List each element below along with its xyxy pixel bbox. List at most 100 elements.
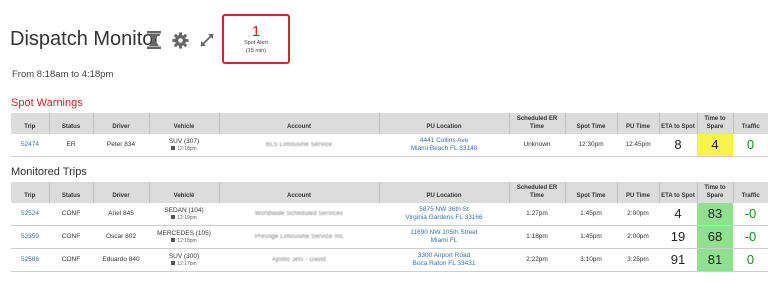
- spot-alert-count: 1: [251, 23, 261, 40]
- traffic-cell: -0: [733, 225, 768, 249]
- col-header: PU Time: [616, 113, 659, 134]
- vehicle-cell: MERCEDES (105) 12:18pm: [149, 225, 219, 249]
- gear-icon[interactable]: [170, 30, 190, 50]
- driver-cell: Peter 834: [93, 134, 149, 157]
- time-range: From 8:18am to 4:18pm: [12, 69, 114, 80]
- vehicle-cell: SUV (300) 12:17pm: [149, 248, 219, 272]
- col-header: Account: [218, 113, 379, 134]
- vehicle-time: 12:17pm: [177, 260, 197, 267]
- page-title: Dispatch Monitor: [10, 28, 161, 50]
- col-header: Status: [48, 182, 93, 203]
- eta-cell: 91: [659, 248, 697, 272]
- vehicle-name: SUV (300): [168, 252, 200, 260]
- table-header-row: Trip Status Driver Vehicle Account PU Lo…: [11, 113, 768, 134]
- trip-link[interactable]: 52359: [11, 225, 49, 249]
- pu-location-link[interactable]: 5875 NW 36th St Virginia Gardens FL 3316…: [379, 203, 509, 226]
- account-cell: Apollo Jets - David: [219, 248, 379, 272]
- vehicle-cell: SUV (307) 12:18pm: [149, 134, 219, 157]
- spot-alert-window: (15 min): [245, 48, 267, 54]
- col-header: Trip: [11, 182, 49, 203]
- time-to-spare-cell: 68: [697, 225, 733, 249]
- spot-warnings-table: Trip Status Driver Vehicle Account PU Lo…: [11, 113, 768, 157]
- traffic-cell: 0: [733, 248, 768, 272]
- table-row[interactable]: 52474 ER Peter 834 SUV (307) 12:18pm BLS…: [11, 134, 768, 157]
- trip-link[interactable]: 52474: [11, 134, 49, 157]
- spot-time-cell: 1:45pm: [565, 203, 617, 226]
- col-header: Spot Time: [564, 113, 617, 134]
- driver-cell: Oscar 802: [93, 225, 149, 249]
- account-cell: BLS Limousine Service: [219, 134, 379, 157]
- eta-cell: 4: [659, 203, 697, 226]
- spot-warnings-title: Spot Warnings: [11, 97, 83, 109]
- col-header: Scheduled ER Time: [508, 113, 565, 134]
- status-cell: ER: [49, 134, 93, 157]
- spot-time-cell: 12:30pm: [565, 134, 617, 157]
- col-header: ETA to Spot: [658, 113, 697, 134]
- col-header: Account: [218, 182, 379, 203]
- col-header: Scheduled ER Time: [508, 182, 565, 203]
- vehicle-name: SUV (307): [168, 137, 200, 145]
- vehicle-cell: SEDAN (104) 12:19pm: [149, 203, 219, 226]
- col-header: PU Location: [378, 182, 509, 203]
- vehicle-status-icon: [171, 215, 176, 220]
- table-row[interactable]: 52524 CONF Ariel 845 SEDAN (104) 12:19pm…: [11, 203, 768, 226]
- eta-cell: 8: [659, 134, 697, 157]
- col-header: Time to Spare: [696, 113, 733, 134]
- time-to-spare-cell: 83: [697, 203, 733, 226]
- monitored-trips-title: Monitored Trips: [11, 166, 87, 178]
- col-header: PU Time: [616, 182, 659, 203]
- scheduled-er-cell: 2:22pm: [509, 248, 565, 272]
- pu-time-cell: 12:45pm: [617, 134, 659, 157]
- driver-cell: Ariel 845: [93, 203, 149, 226]
- pu-location-link[interactable]: 11690 NW 105th Street Miami FL: [379, 225, 509, 249]
- driver-cell: Eduardo 840: [93, 248, 149, 272]
- vehicle-name: SEDAN (104): [164, 206, 204, 214]
- spot-time-cell: 1:45pm: [565, 225, 617, 249]
- eta-cell: 19: [659, 225, 697, 249]
- trip-link[interactable]: 52586: [11, 248, 49, 272]
- scheduled-er-cell: Unknown: [509, 134, 565, 157]
- traffic-cell: 0: [733, 134, 768, 157]
- spot-alert-badge[interactable]: 1 Spot Alert (15 min): [222, 14, 290, 64]
- time-to-spare-cell: 81: [697, 248, 733, 272]
- time-to-spare-cell: 4: [697, 134, 733, 157]
- vehicle-time: 12:18pm: [177, 145, 197, 152]
- col-header: Driver: [92, 182, 149, 203]
- col-header: Time to Spare: [696, 182, 733, 203]
- page-header: Dispatch Monitor 1 Spot Alert (15 min): [10, 14, 750, 74]
- vehicle-time: 12:19pm: [177, 214, 197, 221]
- pu-location-link[interactable]: 3300 Airport Road Boca Raton FL 33431: [379, 248, 509, 272]
- account-cell: Worldwide Scheduled Services: [219, 203, 379, 226]
- table-row[interactable]: 52586 CONF Eduardo 840 SUV (300) 12:17pm…: [11, 248, 768, 272]
- spot-alert-label: Spot Alert: [244, 40, 268, 46]
- expand-icon[interactable]: [197, 30, 217, 50]
- col-header: Vehicle: [148, 113, 219, 134]
- monitored-trips-table: Trip Status Driver Vehicle Account PU Lo…: [11, 182, 768, 272]
- scheduled-er-cell: 1:18pm: [509, 225, 565, 249]
- pu-time-cell: 2:00pm: [617, 203, 659, 226]
- traffic-cell: -0: [733, 203, 768, 226]
- vehicle-time: 12:18pm: [177, 237, 197, 244]
- col-header: Trip: [11, 113, 49, 134]
- pu-time-cell: 3:25pm: [617, 248, 659, 272]
- account-cell: Prestige Limousine Service Inc: [219, 225, 379, 249]
- pu-time-cell: 2:00pm: [617, 225, 659, 249]
- trip-link[interactable]: 52524: [11, 203, 49, 226]
- col-header: Traffic: [732, 113, 768, 134]
- col-header: Traffic: [732, 182, 768, 203]
- col-header: ETA to Spot: [658, 182, 697, 203]
- col-header: Status: [48, 113, 93, 134]
- scheduled-er-cell: 1:27pm: [509, 203, 565, 226]
- col-header: Driver: [92, 113, 149, 134]
- table-header-row: Trip Status Driver Vehicle Account PU Lo…: [11, 182, 768, 203]
- table-row[interactable]: 52359 CONF Oscar 802 MERCEDES (105) 12:1…: [11, 225, 768, 249]
- vehicle-status-icon: [171, 238, 176, 243]
- col-header: Spot Time: [564, 182, 617, 203]
- vehicle-status-icon: [171, 146, 176, 151]
- vehicle-status-icon: [171, 261, 176, 266]
- spot-time-cell: 3:10pm: [565, 248, 617, 272]
- status-cell: CONF: [49, 248, 93, 272]
- hourglass-icon[interactable]: [144, 30, 164, 50]
- pu-location-link[interactable]: 4441 Collins Ave Miami Beach FL 33140: [379, 134, 509, 157]
- vehicle-name: MERCEDES (105): [157, 229, 211, 237]
